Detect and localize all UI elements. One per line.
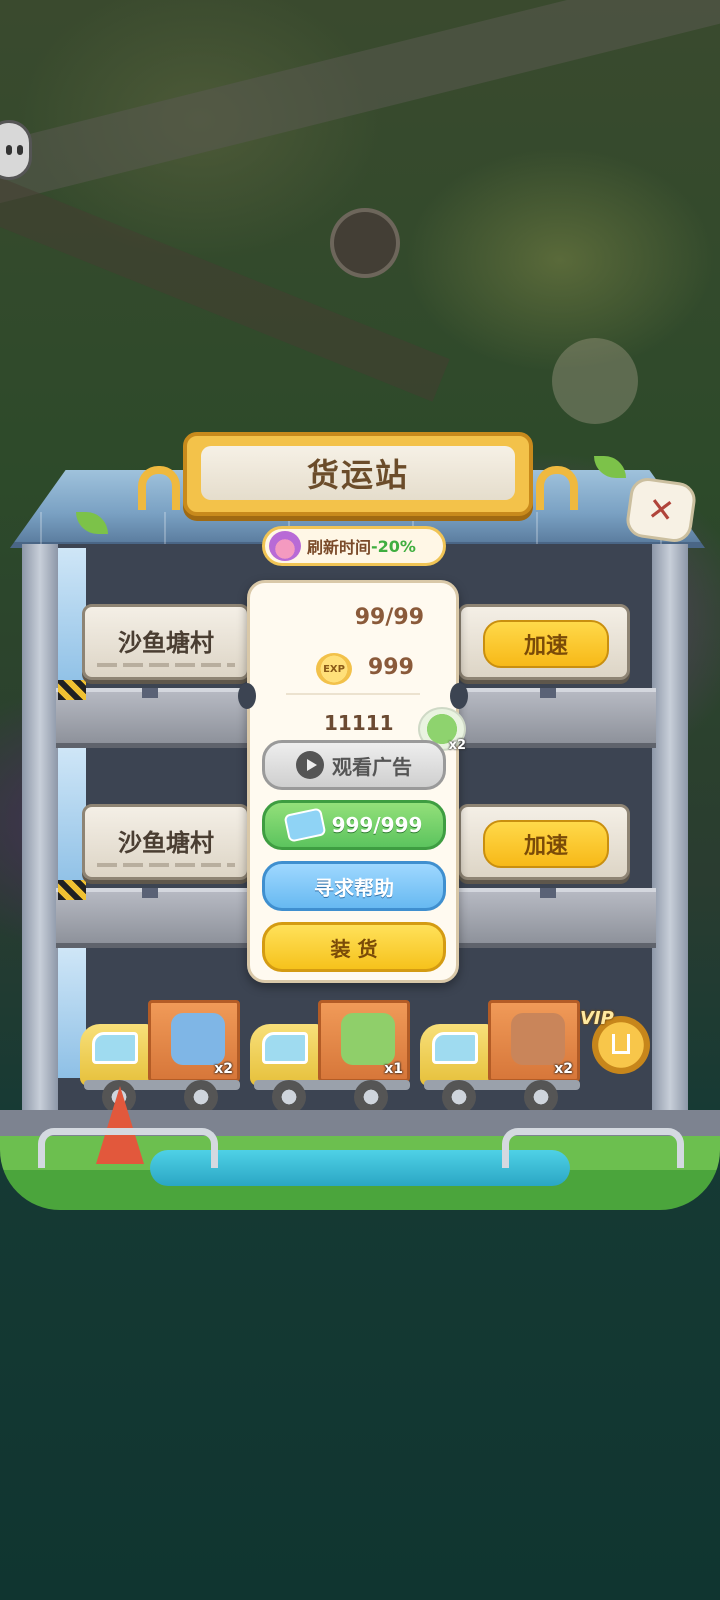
truck-cargo: x2 xyxy=(148,1000,240,1082)
guard-rail xyxy=(502,1128,684,1168)
bracket xyxy=(540,888,556,898)
shell-icon xyxy=(269,531,301,561)
guard-rail xyxy=(38,1128,218,1168)
refresh-label: 刷新时间 xyxy=(307,538,372,557)
left-pillar xyxy=(22,544,58,1140)
speed-up-button[interactable]: 加速 xyxy=(483,820,609,868)
crate-icon xyxy=(511,1013,565,1065)
sign-hook xyxy=(138,466,180,510)
play-icon xyxy=(296,751,324,779)
cargo-quantity: x1 xyxy=(384,1061,403,1077)
vip-label: VIP xyxy=(580,1008,614,1029)
wheel-icon xyxy=(524,1080,558,1114)
dock-action-plate: 加速 xyxy=(458,604,630,680)
cargo-quantity: x2 xyxy=(554,1061,573,1077)
ticket-bonus-multiplier: x2 xyxy=(448,738,466,753)
speed-up-button[interactable]: 加速 xyxy=(483,620,609,668)
plate-detail xyxy=(97,863,235,867)
wheel-icon xyxy=(442,1080,476,1114)
exp-reward: 999 xyxy=(368,655,414,680)
watch-ad-label: 观看广告 xyxy=(332,754,412,779)
right-pillar xyxy=(652,544,688,1140)
cargo-quantity: x2 xyxy=(214,1061,233,1077)
wheel-icon xyxy=(184,1080,218,1114)
exp-icon-text: EXP xyxy=(323,663,345,675)
order-popup: 99/99 EXP 999 11111 x2 观看广告 999/999 寻求帮助… xyxy=(238,580,468,983)
refresh-bonus: -20% xyxy=(371,536,416,556)
truck-slot[interactable]: x1 xyxy=(250,1000,420,1114)
order-count: 99/99 xyxy=(354,605,424,630)
sign-hook xyxy=(536,466,578,510)
hazard-stripe xyxy=(58,880,86,900)
dock-location-name: 沙鱼塘村 xyxy=(118,829,214,857)
truck-cargo: x1 xyxy=(318,1000,410,1082)
popup-notch xyxy=(450,683,468,709)
station-sign: 货运站 xyxy=(183,432,533,516)
exp-icon: EXP xyxy=(316,653,352,685)
dock-location-plate[interactable]: 沙鱼塘村 xyxy=(82,804,250,880)
truck-cab xyxy=(420,1024,492,1086)
truck-slot[interactable]: x2 xyxy=(420,1000,590,1114)
close-button[interactable]: ✕ xyxy=(624,475,698,545)
bracket xyxy=(142,688,158,698)
divider xyxy=(286,693,420,695)
dock-location-plate[interactable]: 沙鱼塘村 xyxy=(82,604,250,680)
load-cargo-label: 装 货 xyxy=(330,936,378,961)
truck-window xyxy=(262,1032,308,1064)
close-icon: ✕ xyxy=(645,489,677,531)
hazard-stripe xyxy=(58,680,86,700)
wheel-icon xyxy=(354,1080,388,1114)
ask-help-label: 寻求帮助 xyxy=(314,875,394,900)
bracket xyxy=(540,688,556,698)
coin-reward: 11111 xyxy=(324,711,394,735)
refresh-time-bonus: 刷新时间 -20% xyxy=(262,526,446,566)
bracket xyxy=(142,888,158,898)
watch-ad-button[interactable]: 观看广告 xyxy=(262,740,446,790)
chat-icon[interactable] xyxy=(0,120,32,180)
use-ticket-button[interactable]: 999/999 xyxy=(262,800,446,850)
shirt-icon xyxy=(171,1013,225,1065)
ticket-icon xyxy=(283,807,327,843)
rice-bundle-icon xyxy=(341,1013,395,1065)
download-icon xyxy=(612,1034,630,1054)
load-cargo-button[interactable]: 装 货 xyxy=(262,922,446,972)
wheel-icon xyxy=(272,1080,306,1114)
dock-location-name: 沙鱼塘村 xyxy=(118,629,214,657)
background-avatar-pin xyxy=(330,208,400,278)
plate-detail xyxy=(97,663,235,667)
background-bubble xyxy=(552,338,638,424)
truck-cargo: x2 xyxy=(488,1000,580,1082)
dock-action-plate: 加速 xyxy=(458,804,630,880)
truck-window xyxy=(92,1032,138,1064)
ask-help-button[interactable]: 寻求帮助 xyxy=(262,861,446,911)
vip-download-button[interactable]: VIP xyxy=(580,1008,650,1074)
page-title: 货运站 xyxy=(201,446,515,500)
truck-cab xyxy=(250,1024,322,1086)
popup-notch xyxy=(238,683,256,709)
ticket-count-label: 999/999 xyxy=(331,813,423,837)
truck-cab xyxy=(80,1024,152,1086)
truck-window xyxy=(432,1032,478,1064)
